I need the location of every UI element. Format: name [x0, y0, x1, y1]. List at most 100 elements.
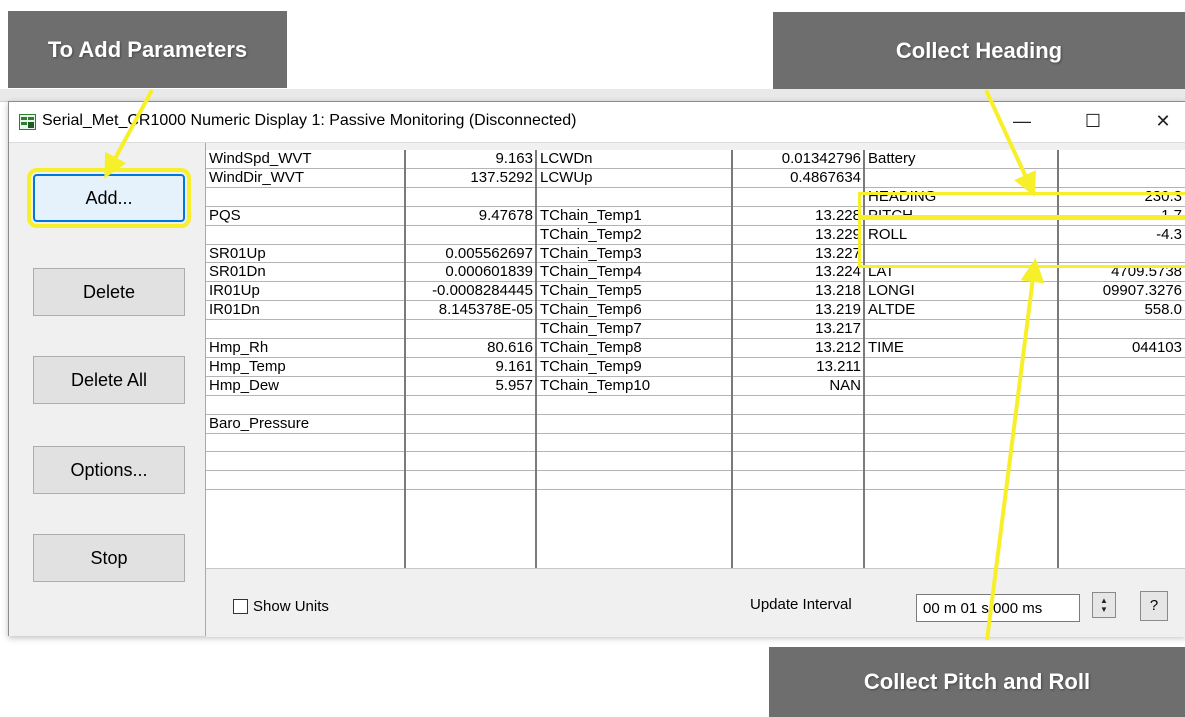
grid-cell-name[interactable]: TChain_Temp8	[537, 340, 731, 356]
grid-cell-value[interactable]: 13.227	[733, 246, 863, 262]
grid-cell-value[interactable]	[1059, 472, 1184, 488]
add-button[interactable]: Add...	[27, 168, 191, 228]
grid-cell-value[interactable]: 558.0	[1059, 302, 1184, 318]
grid-cell-value[interactable]: 80.616	[406, 340, 535, 356]
grid-cell-name[interactable]: LCWDn	[537, 151, 731, 167]
grid-cell-name[interactable]: TChain_Temp1	[537, 208, 731, 224]
grid-cell-name[interactable]	[865, 321, 1057, 337]
grid-cell-name[interactable]	[537, 189, 731, 205]
grid-cell-value[interactable]	[733, 416, 863, 432]
grid-cell-value[interactable]	[733, 472, 863, 488]
grid-cell-name[interactable]: ALTDE	[865, 302, 1057, 318]
grid-cell-value[interactable]	[1059, 151, 1184, 167]
grid-cell-value[interactable]	[406, 435, 535, 451]
grid-cell-value[interactable]: 13.224	[733, 264, 863, 280]
grid-cell-name[interactable]	[865, 170, 1057, 186]
grid-cell-value[interactable]: 13.229	[733, 227, 863, 243]
grid-cell-value[interactable]: 044103	[1059, 340, 1184, 356]
grid-cell-value[interactable]	[733, 453, 863, 469]
grid-cell-value[interactable]: 0.01342796	[733, 151, 863, 167]
grid-cell-name[interactable]: SR01Up	[206, 246, 404, 262]
grid-cell-name[interactable]	[206, 397, 404, 413]
grid-cell-value[interactable]: NAN	[733, 378, 863, 394]
grid-cell-value[interactable]	[406, 397, 535, 413]
grid-cell-name[interactable]	[206, 189, 404, 205]
grid-cell-value[interactable]: 0.005562697	[406, 246, 535, 262]
stop-button[interactable]: Stop	[33, 534, 185, 582]
help-button[interactable]: ?	[1140, 591, 1168, 621]
grid-cell-name[interactable]	[537, 435, 731, 451]
grid-cell-value[interactable]: 13.219	[733, 302, 863, 318]
grid-cell-name[interactable]: TChain_Temp10	[537, 378, 731, 394]
grid-cell-name[interactable]: Hmp_Dew	[206, 378, 404, 394]
grid-cell-name[interactable]	[865, 435, 1057, 451]
grid-cell-name[interactable]: TChain_Temp7	[537, 321, 731, 337]
grid-cell-name[interactable]	[206, 227, 404, 243]
grid-cell-name[interactable]	[537, 397, 731, 413]
grid-cell-name[interactable]: TChain_Temp4	[537, 264, 731, 280]
grid-cell-value[interactable]: 5.957	[406, 378, 535, 394]
grid-cell-value[interactable]: 8.145378E-05	[406, 302, 535, 318]
grid-cell-value[interactable]	[1059, 170, 1184, 186]
grid-cell-name[interactable]: TIME	[865, 340, 1057, 356]
grid-cell-value[interactable]	[406, 227, 535, 243]
grid-cell-name[interactable]: Hmp_Rh	[206, 340, 404, 356]
grid-cell-value[interactable]: 09907.3276	[1059, 283, 1184, 299]
grid-cell-name[interactable]	[865, 397, 1057, 413]
grid-cell-name[interactable]: IR01Dn	[206, 302, 404, 318]
grid-cell-name[interactable]: TChain_Temp5	[537, 283, 731, 299]
grid-cell-value[interactable]	[406, 189, 535, 205]
grid-cell-value[interactable]	[406, 321, 535, 337]
grid-cell-name[interactable]: LCWUp	[537, 170, 731, 186]
grid-cell-name[interactable]: TChain_Temp6	[537, 302, 731, 318]
grid-cell-name[interactable]	[537, 416, 731, 432]
grid-cell-value[interactable]	[733, 189, 863, 205]
grid-cell-value[interactable]	[406, 472, 535, 488]
grid-cell-value[interactable]	[1059, 397, 1184, 413]
grid-cell-name[interactable]	[537, 453, 731, 469]
grid-cell-name[interactable]	[865, 453, 1057, 469]
grid-cell-value[interactable]	[1059, 359, 1184, 375]
minimize-button[interactable]: —	[999, 102, 1045, 140]
update-interval-field[interactable]: 00 m 01 s 000 ms	[916, 594, 1080, 622]
grid-cell-name[interactable]	[865, 472, 1057, 488]
grid-cell-value[interactable]	[1059, 378, 1184, 394]
show-units-checkbox[interactable]	[233, 599, 248, 614]
grid-cell-name[interactable]: Hmp_Temp	[206, 359, 404, 375]
grid-cell-value[interactable]: 9.163	[406, 151, 535, 167]
grid-cell-value[interactable]	[406, 416, 535, 432]
close-button[interactable]: ✕	[1140, 102, 1185, 140]
grid-cell-name[interactable]: TChain_Temp9	[537, 359, 731, 375]
grid-cell-value[interactable]	[1059, 416, 1184, 432]
grid-cell-name[interactable]: Battery	[865, 151, 1057, 167]
grid-cell-name[interactable]: IR01Up	[206, 283, 404, 299]
grid-cell-name[interactable]: TChain_Temp3	[537, 246, 731, 262]
grid-cell-name[interactable]	[865, 416, 1057, 432]
grid-cell-value[interactable]	[733, 397, 863, 413]
grid-cell-value[interactable]: 13.218	[733, 283, 863, 299]
grid-cell-name[interactable]	[206, 321, 404, 337]
grid-cell-value[interactable]: 13.217	[733, 321, 863, 337]
grid-cell-name[interactable]: TChain_Temp2	[537, 227, 731, 243]
spin-up-down-icon[interactable]: ▲ ▼	[1092, 592, 1116, 618]
grid-cell-value[interactable]	[406, 453, 535, 469]
grid-cell-value[interactable]	[1059, 435, 1184, 451]
grid-cell-name[interactable]: LONGI	[865, 283, 1057, 299]
grid-cell-name[interactable]	[206, 435, 404, 451]
grid-cell-name[interactable]	[865, 378, 1057, 394]
grid-cell-name[interactable]	[206, 472, 404, 488]
grid-cell-value[interactable]: -0.0008284445	[406, 283, 535, 299]
grid-cell-value[interactable]	[733, 435, 863, 451]
grid-cell-name[interactable]: PQS	[206, 208, 404, 224]
grid-cell-value[interactable]: 0.4867634	[733, 170, 863, 186]
grid-cell-name[interactable]: Baro_Pressure	[206, 416, 404, 432]
maximize-button[interactable]: ☐	[1070, 102, 1116, 140]
grid-cell-value[interactable]	[1059, 321, 1184, 337]
grid-cell-name[interactable]	[206, 453, 404, 469]
grid-cell-value[interactable]: 137.5292	[406, 170, 535, 186]
grid-cell-value[interactable]	[1059, 453, 1184, 469]
grid-cell-value[interactable]: 13.212	[733, 340, 863, 356]
grid-cell-value[interactable]: 13.211	[733, 359, 863, 375]
grid-cell-name[interactable]: WindSpd_WVT	[206, 151, 404, 167]
grid-cell-name[interactable]	[865, 359, 1057, 375]
